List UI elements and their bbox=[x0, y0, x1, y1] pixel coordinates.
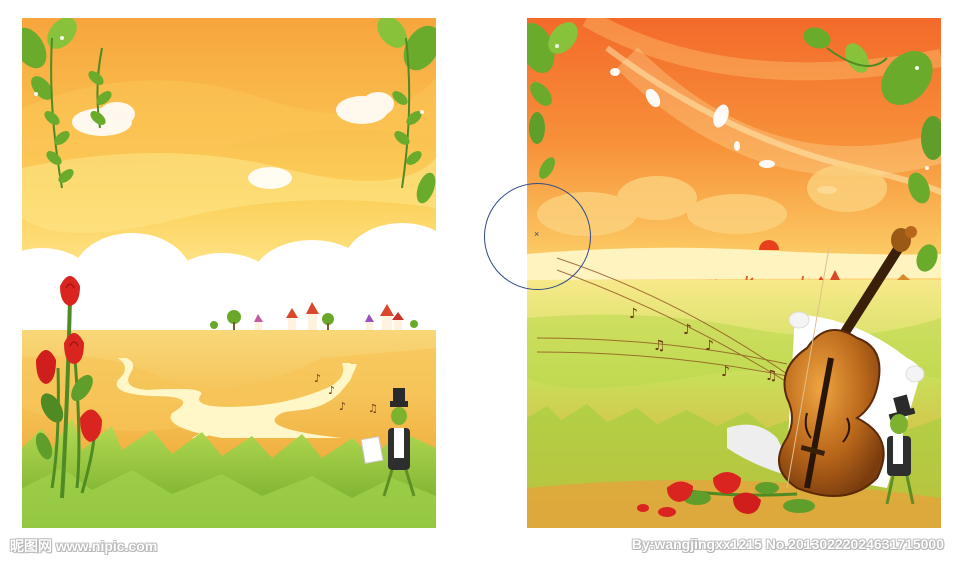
svg-text:♪: ♪ bbox=[705, 338, 714, 354]
svg-text:♫: ♫ bbox=[653, 338, 666, 354]
svg-text:♪: ♪ bbox=[314, 372, 321, 385]
svg-text:♪: ♪ bbox=[683, 322, 692, 338]
left-meadow-illustration: ♪ ♪ ♪ ♫ bbox=[22, 18, 436, 528]
svg-text:♫: ♫ bbox=[765, 368, 778, 384]
svg-text:♪: ♪ bbox=[629, 306, 638, 322]
svg-text:♫: ♫ bbox=[368, 402, 378, 415]
svg-text:♪: ♪ bbox=[328, 384, 335, 397]
svg-text:♪: ♪ bbox=[721, 364, 730, 380]
right-violin-illustration: ♪ ♫ ♪ ♪ ♪ ♫ bbox=[527, 18, 941, 528]
svg-text:♪: ♪ bbox=[339, 400, 346, 413]
selection-circle[interactable] bbox=[484, 183, 591, 290]
watermark-site: 昵图网 www.nipic.com bbox=[10, 538, 158, 554]
watermark-author: By:wangjingxx1215 No.2013022202463171500… bbox=[631, 536, 944, 552]
